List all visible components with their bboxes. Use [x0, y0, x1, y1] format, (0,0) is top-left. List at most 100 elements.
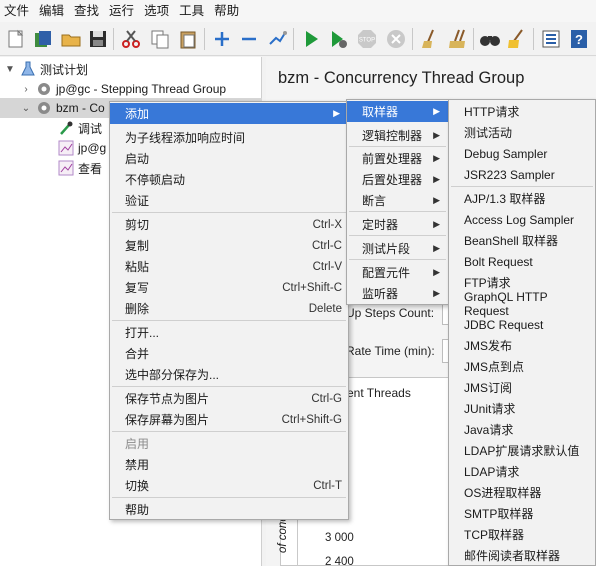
menu-item-toggle[interactable]: 切换 Ctrl-T [110, 475, 348, 496]
submenu-item-assertion[interactable]: 断言 ▶ [347, 190, 448, 211]
sampler-item[interactable]: Debug Sampler [449, 143, 595, 164]
templates-icon[interactable] [31, 27, 55, 51]
sampler-item[interactable]: JUnit请求 [449, 398, 595, 419]
menu-run[interactable]: 运行 [105, 0, 140, 22]
menu-item-copy[interactable]: 复制 Ctrl-C [110, 235, 348, 256]
menu-file[interactable]: 文件 [0, 0, 35, 22]
sampler-item[interactable]: HTTP请求 [449, 101, 595, 122]
clear-all-icon[interactable] [446, 27, 470, 51]
new-icon[interactable] [4, 27, 28, 51]
stop-icon[interactable]: STOP [355, 27, 379, 51]
menu-item-start[interactable]: 启动 [110, 148, 348, 169]
collapse-arrow-icon[interactable]: ⌄ [20, 103, 32, 114]
menu-edit[interactable]: 编辑 [35, 0, 70, 22]
menu-item-save-screen-image[interactable]: 保存屏幕为图片 Ctrl+Shift-G [110, 409, 348, 430]
menu-search[interactable]: 查找 [70, 0, 105, 22]
menu-item-add-response-time[interactable]: 为子线程添加响应时间 [110, 127, 348, 148]
menu-item-duplicate[interactable]: 复写 Ctrl+Shift-C [110, 277, 348, 298]
start-icon[interactable] [299, 27, 323, 51]
sampler-item[interactable]: JMS订阅 [449, 377, 595, 398]
menu-item-delete[interactable]: 删除 Delete [110, 298, 348, 319]
tree-node-label: bzm - Co [56, 101, 105, 115]
sampler-item[interactable]: JSR223 Sampler [449, 164, 595, 185]
menu-item-paste[interactable]: 粘贴 Ctrl-V [110, 256, 348, 277]
collapse-arrow-icon[interactable]: ▼ [4, 64, 16, 75]
add-submenu: 取样器 ▶ 逻辑控制器 ▶ 前置处理器 ▶ 后置处理器 ▶ 断言 ▶ 定时器 ▶ 测试片段 ▶… [346, 99, 449, 305]
toggle-icon[interactable] [265, 27, 289, 51]
submenu-arrow-icon: ▶ [433, 219, 440, 229]
menu-item-open[interactable]: 打开... [110, 322, 348, 343]
toolbar: STOP ? [0, 22, 596, 56]
sampler-item[interactable]: LDAP扩展请求默认值 [449, 440, 595, 461]
sampler-item[interactable]: OS进程取样器 [449, 482, 595, 503]
submenu-arrow-icon: ▶ [433, 174, 440, 184]
gear-icon [36, 100, 52, 116]
menu-separator [112, 497, 346, 498]
open-icon[interactable] [59, 27, 83, 51]
sampler-item[interactable]: AJP/1.3 取样器 [449, 188, 595, 209]
tree-node-view-results[interactable]: 查看 [58, 158, 102, 178]
submenu-item-timer[interactable]: 定时器 ▶ [347, 214, 448, 235]
reset-search-icon[interactable] [505, 27, 529, 51]
menu-item-disable[interactable]: 禁用 [110, 454, 348, 475]
menu-item-cut[interactable]: 剪切 Ctrl-X [110, 214, 348, 235]
tree-node-jp-listener[interactable]: jp@g [58, 138, 106, 158]
paste-icon[interactable] [176, 27, 200, 51]
submenu-item-post-processor[interactable]: 后置处理器 ▶ [347, 169, 448, 190]
menu-tools[interactable]: 工具 [175, 0, 210, 22]
submenu-item-logic-controller[interactable]: 逻辑控制器 ▶ [347, 125, 448, 146]
clear-icon[interactable] [418, 27, 442, 51]
submenu-item-test-fragment[interactable]: 测试片段 ▶ [347, 238, 448, 259]
search-icon[interactable] [478, 27, 502, 51]
tree-node-label: jp@gc - Stepping Thread Group [56, 82, 227, 96]
sampler-item[interactable]: JMS发布 [449, 335, 595, 356]
submenu-item-listener[interactable]: 监听器 ▶ [347, 283, 448, 304]
sampler-item[interactable]: SMTP取样器 [449, 503, 595, 524]
menu-options[interactable]: 选项 [140, 0, 175, 22]
sampler-item[interactable]: LDAP请求 [449, 461, 595, 482]
tree-node-test-plan[interactable]: ▼ 测试计划 [4, 59, 88, 79]
sampler-item[interactable]: JMS点到点 [449, 356, 595, 377]
submenu-item-pre-processor[interactable]: 前置处理器 ▶ [347, 148, 448, 169]
menu-help[interactable]: 帮助 [210, 0, 245, 22]
svg-text:STOP: STOP [359, 38, 375, 44]
tree-node-stepping-thread-group[interactable]: › jp@gc - Stepping Thread Group [20, 79, 226, 99]
menu-item-validate[interactable]: 验证 [110, 190, 348, 211]
save-icon[interactable] [86, 27, 110, 51]
menu-item-save-node-image[interactable]: 保存节点为图片 Ctrl-G [110, 388, 348, 409]
submenu-arrow-icon: ▶ [433, 243, 440, 253]
expand-icon[interactable] [210, 27, 234, 51]
tree-node-debug[interactable]: 调试 [58, 118, 102, 138]
sampler-item[interactable]: TCP取样器 [449, 524, 595, 545]
collapse-icon[interactable] [237, 27, 261, 51]
expand-arrow-icon[interactable]: › [20, 84, 32, 95]
menu-item-start-no-pause[interactable]: 不停顿启动 [110, 169, 348, 190]
sampler-item[interactable]: Bolt Request [449, 251, 595, 272]
sampler-item[interactable]: JDBC Request [449, 314, 595, 335]
shutdown-icon[interactable] [384, 27, 408, 51]
sampler-item[interactable]: 邮件阅读者取样器 [449, 545, 595, 566]
sampler-submenu: HTTP请求 测试活动 Debug Sampler JSR223 Sampler… [448, 99, 596, 566]
menu-separator [451, 186, 593, 187]
menu-item-merge[interactable]: 合并 [110, 343, 348, 364]
sampler-item[interactable]: GraphQL HTTP Request [449, 290, 595, 318]
sampler-item[interactable]: Access Log Sampler [449, 209, 595, 230]
menu-separator [349, 146, 446, 147]
sampler-item[interactable]: Java请求 [449, 419, 595, 440]
cut-icon[interactable] [119, 27, 143, 51]
submenu-item-config-element[interactable]: 配置元件 ▶ [347, 262, 448, 283]
sampler-item[interactable]: BeanShell 取样器 [449, 230, 595, 251]
tree-node-label: jp@g [78, 141, 107, 155]
submenu-arrow-icon: ▶ [433, 267, 440, 277]
rate-time-label: Rate Time (min): [346, 344, 435, 358]
start-no-pause-icon[interactable] [326, 27, 350, 51]
function-helper-icon[interactable] [539, 27, 563, 51]
menu-item-help[interactable]: 帮助 [110, 499, 348, 520]
copy-icon[interactable] [148, 27, 172, 51]
menu-item-add[interactable]: 添加 ▶ [110, 103, 348, 124]
submenu-item-sampler[interactable]: 取样器 ▶ [347, 101, 448, 122]
help-icon[interactable]: ? [567, 27, 591, 51]
sampler-item[interactable]: 测试活动 [449, 122, 595, 143]
menu-item-save-selection-as[interactable]: 选中部分保存为... [110, 364, 348, 385]
menu-separator [349, 235, 446, 236]
